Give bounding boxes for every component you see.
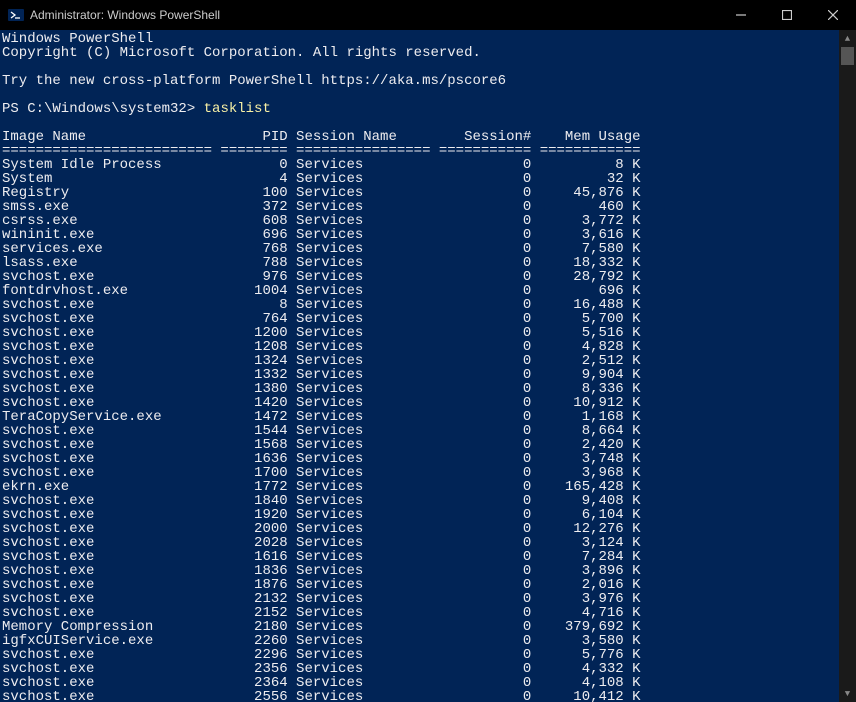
terminal-line: svchost.exe 1876 Services 0 2,016 K [2, 578, 839, 592]
terminal-line: svchost.exe 2364 Services 0 4,108 K [2, 676, 839, 690]
prompt-path: PS C:\Windows\system32> [2, 101, 204, 117]
terminal-line: svchost.exe 1208 Services 0 4,828 K [2, 340, 839, 354]
terminal-line [2, 116, 839, 130]
terminal-line: services.exe 768 Services 0 7,580 K [2, 242, 839, 256]
terminal-line: svchost.exe 1332 Services 0 9,904 K [2, 368, 839, 382]
terminal-line: svchost.exe 1420 Services 0 10,912 K [2, 396, 839, 410]
terminal-line: svchost.exe 1840 Services 0 9,408 K [2, 494, 839, 508]
terminal-line: svchost.exe 1324 Services 0 2,512 K [2, 354, 839, 368]
maximize-button[interactable] [764, 0, 810, 30]
terminal-line: igfxCUIService.exe 2260 Services 0 3,580… [2, 634, 839, 648]
terminal-line: svchost.exe 1616 Services 0 7,284 K [2, 550, 839, 564]
terminal-line: smss.exe 372 Services 0 460 K [2, 200, 839, 214]
terminal-line: lsass.exe 788 Services 0 18,332 K [2, 256, 839, 270]
terminal-line [2, 60, 839, 74]
terminal-line [2, 88, 839, 102]
terminal-line: TeraCopyService.exe 1472 Services 0 1,16… [2, 410, 839, 424]
window-title: Administrator: Windows PowerShell [30, 8, 220, 22]
terminal-line: fontdrvhost.exe 1004 Services 0 696 K [2, 284, 839, 298]
powershell-window: Administrator: Windows PowerShell Window… [0, 0, 856, 702]
scrollbar-thumb[interactable] [841, 47, 854, 65]
terminal-line: svchost.exe 1200 Services 0 5,516 K [2, 326, 839, 340]
scrollbar[interactable]: ▲ ▼ [839, 30, 856, 702]
terminal-line: svchost.exe 1920 Services 0 6,104 K [2, 508, 839, 522]
terminal-line: PS C:\Windows\system32> tasklist [2, 102, 839, 116]
scroll-down-button[interactable]: ▼ [839, 685, 856, 702]
terminal-line: svchost.exe 764 Services 0 5,700 K [2, 312, 839, 326]
minimize-button[interactable] [718, 0, 764, 30]
terminal-line: svchost.exe 976 Services 0 28,792 K [2, 270, 839, 284]
terminal-line: svchost.exe 2132 Services 0 3,976 K [2, 592, 839, 606]
terminal-line: svchost.exe 1544 Services 0 8,664 K [2, 424, 839, 438]
terminal-line: svchost.exe 2028 Services 0 3,124 K [2, 536, 839, 550]
terminal-line: Memory Compression 2180 Services 0 379,6… [2, 620, 839, 634]
terminal-line: Registry 100 Services 0 45,876 K [2, 186, 839, 200]
terminal-line: svchost.exe 1836 Services 0 3,896 K [2, 564, 839, 578]
terminal-line: svchost.exe 2556 Services 0 10,412 K [2, 690, 839, 702]
terminal-line: System Idle Process 0 Services 0 8 K [2, 158, 839, 172]
powershell-icon [8, 7, 24, 23]
terminal-line: ========================= ======== =====… [2, 144, 839, 158]
window-controls [718, 0, 856, 30]
terminal-line: svchost.exe 8 Services 0 16,488 K [2, 298, 839, 312]
terminal-line: Copyright (C) Microsoft Corporation. All… [2, 46, 839, 60]
terminal-line: Try the new cross-platform PowerShell ht… [2, 74, 839, 88]
terminal-line: svchost.exe 1380 Services 0 8,336 K [2, 382, 839, 396]
terminal-line: svchost.exe 2356 Services 0 4,332 K [2, 662, 839, 676]
terminal-line: svchost.exe 1636 Services 0 3,748 K [2, 452, 839, 466]
close-button[interactable] [810, 0, 856, 30]
terminal-line: svchost.exe 1700 Services 0 3,968 K [2, 466, 839, 480]
terminal-output[interactable]: Windows PowerShellCopyright (C) Microsof… [0, 30, 839, 702]
terminal-line: svchost.exe 2000 Services 0 12,276 K [2, 522, 839, 536]
scroll-up-button[interactable]: ▲ [839, 30, 856, 47]
terminal-client-area: Windows PowerShellCopyright (C) Microsof… [0, 30, 856, 702]
terminal-line: Image Name PID Session Name Session# Mem… [2, 130, 839, 144]
terminal-line: svchost.exe 2296 Services 0 5,776 K [2, 648, 839, 662]
terminal-line: svchost.exe 2152 Services 0 4,716 K [2, 606, 839, 620]
terminal-line: svchost.exe 1568 Services 0 2,420 K [2, 438, 839, 452]
terminal-line: System 4 Services 0 32 K [2, 172, 839, 186]
terminal-line: wininit.exe 696 Services 0 3,616 K [2, 228, 839, 242]
terminal-line: csrss.exe 608 Services 0 3,772 K [2, 214, 839, 228]
titlebar[interactable]: Administrator: Windows PowerShell [0, 0, 856, 30]
terminal-line: Windows PowerShell [2, 32, 839, 46]
terminal-line: ekrn.exe 1772 Services 0 165,428 K [2, 480, 839, 494]
command-text: tasklist [204, 101, 271, 117]
